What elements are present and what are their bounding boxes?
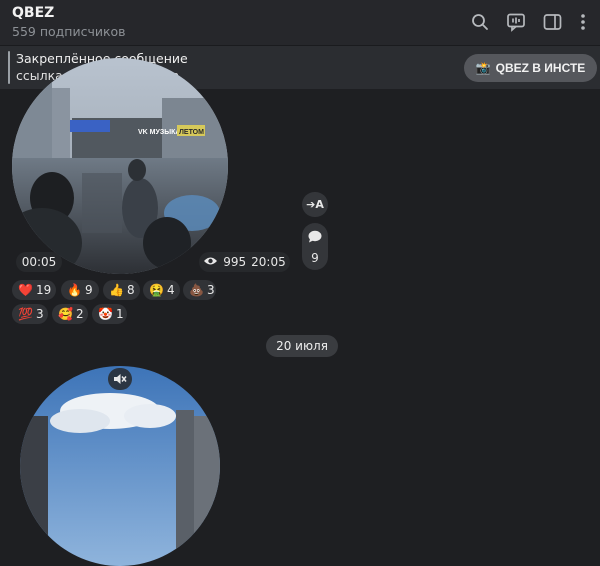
fire-icon: 🔥: [67, 283, 82, 297]
reaction-count: 9: [84, 283, 93, 297]
smiling-hearts-icon: 🥰: [58, 307, 73, 321]
video-frame-2: [20, 366, 220, 566]
comments-count: 9: [311, 251, 319, 265]
view-count: 995: [223, 255, 247, 269]
reaction-count: 8: [126, 283, 135, 297]
heart-icon: ❤️: [18, 283, 33, 297]
comments-button[interactable]: 9: [302, 223, 328, 270]
mute-icon[interactable]: [108, 368, 132, 390]
sidebar-icon[interactable]: [541, 11, 563, 33]
hundred-icon: 💯: [18, 307, 33, 321]
banner-summer-text: ЛЕТОМ: [179, 129, 204, 136]
thumbs-up-icon: 👍: [109, 283, 124, 297]
comment-icon: [308, 228, 322, 247]
eye-icon: [203, 255, 218, 269]
reaction-count: 4: [166, 283, 175, 297]
reaction-clown[interactable]: 🤡 1: [92, 304, 127, 324]
reaction-poo[interactable]: 💩 3: [183, 280, 216, 300]
share-label: ➔A: [306, 198, 324, 211]
reaction-count: 3: [35, 307, 44, 321]
reaction-love-face[interactable]: 🥰 2: [52, 304, 88, 324]
share-button[interactable]: ➔A: [302, 192, 328, 217]
vomiting-face-icon: 🤮: [149, 283, 164, 297]
search-icon[interactable]: [469, 11, 491, 33]
video-message[interactable]: VK МУЗЫКА ЛЕТОМ: [12, 58, 228, 274]
reaction-thumbs-up[interactable]: 👍 8: [103, 280, 140, 300]
reaction-heart[interactable]: ❤️ 19: [12, 280, 56, 300]
pinned-accent-bar: [8, 51, 10, 84]
date-separator: 20 июля: [266, 335, 338, 357]
reaction-count: 2: [75, 307, 84, 321]
reaction-count: 19: [35, 283, 52, 297]
channel-header: QBEZ 559 подписчиков: [0, 0, 600, 45]
banner-vk-text: VK МУЗЫКА: [138, 129, 180, 136]
instagram-button[interactable]: 📸 QBEZ В ИНСТЕ: [464, 54, 597, 82]
reaction-fire[interactable]: 🔥 9: [61, 280, 99, 300]
subscriber-count: 559 подписчиков: [12, 24, 126, 39]
video-duration: 00:05: [16, 252, 62, 272]
live-chat-icon[interactable]: [505, 11, 527, 33]
message-meta: 995 20:05: [199, 252, 290, 272]
reaction-hundred[interactable]: 💯 3: [12, 304, 48, 324]
camera-flash-icon: 📸: [475, 61, 491, 75]
reaction-vomit[interactable]: 🤮 4: [143, 280, 180, 300]
video-message-2[interactable]: [20, 366, 220, 566]
reaction-count: 1: [115, 307, 124, 321]
instagram-button-label: QBEZ В ИНСТЕ: [495, 61, 586, 75]
video-frame: VK МУЗЫКА ЛЕТОМ: [12, 58, 228, 274]
channel-title[interactable]: QBEZ: [12, 5, 54, 21]
more-icon[interactable]: [572, 11, 594, 33]
reaction-count: 3: [206, 283, 215, 297]
message-time: 20:05: [251, 255, 286, 269]
poo-icon: 💩: [189, 283, 204, 297]
clown-icon: 🤡: [98, 307, 113, 321]
